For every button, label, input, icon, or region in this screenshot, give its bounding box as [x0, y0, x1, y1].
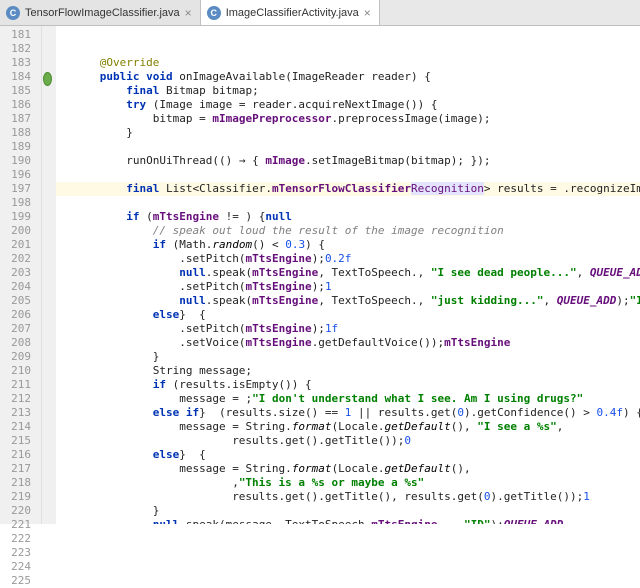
code-line[interactable]: else if} (results.size() == 1 || results… [56, 406, 640, 420]
code-line[interactable] [56, 140, 640, 154]
line-number: 222 [0, 532, 41, 546]
line-number: 212 [0, 392, 41, 406]
code-line[interactable]: if (mTtsEngine != ) {null [56, 210, 640, 224]
code-line[interactable]: runOnUiThread(() → { mImage.setImageBitm… [56, 154, 640, 168]
line-number: 209 [0, 350, 41, 364]
line-number: 221 [0, 518, 41, 532]
line-number: 187 [0, 112, 41, 126]
code-line[interactable]: bitmap = mImagePreprocessor.preprocessIm… [56, 112, 640, 126]
line-number: 219 [0, 490, 41, 504]
line-number: 189 [0, 140, 41, 154]
code-line[interactable]: final List<Classifier.mTensorFlowClassif… [56, 182, 640, 196]
line-number: 198 [0, 196, 41, 210]
line-number: 196 [0, 168, 41, 182]
code-line[interactable]: results.get().getTitle(), results.get(0)… [56, 490, 640, 504]
editor-tabs: C TensorFlowImageClassifier.java × C Ima… [0, 0, 640, 26]
line-number: 199 [0, 210, 41, 224]
code-line[interactable] [56, 168, 640, 182]
code-line[interactable]: String message; [56, 364, 640, 378]
tab-label: ImageClassifierActivity.java [226, 7, 359, 19]
line-number: 218 [0, 476, 41, 490]
line-number: 200 [0, 224, 41, 238]
line-number: 203 [0, 266, 41, 280]
tab-label: TensorFlowImageClassifier.java [25, 7, 180, 19]
line-number: 204 [0, 280, 41, 294]
tab-tensorflow-classifier[interactable]: C TensorFlowImageClassifier.java × [0, 0, 201, 25]
code-line[interactable]: .setPitch(mTtsEngine);1f [56, 322, 640, 336]
code-line[interactable]: null.speak(mTtsEngine, TextToSpeech., "I… [56, 266, 640, 280]
code-line[interactable]: ,"This is a %s or maybe a %s" [56, 476, 640, 490]
line-number: 181 [0, 28, 41, 42]
code-line[interactable]: message = String.format(Locale.getDefaul… [56, 420, 640, 434]
line-number: 224 [0, 560, 41, 574]
code-line[interactable]: } [56, 126, 640, 140]
code-line[interactable]: null.speak(message, TextToSpeech.mTtsEng… [56, 518, 640, 524]
code-line[interactable]: } [56, 350, 640, 364]
code-line[interactable]: @Override [56, 56, 640, 70]
java-file-icon: C [207, 6, 221, 20]
code-line[interactable]: .setPitch(mTtsEngine);0.2f [56, 252, 640, 266]
line-number: 197 [0, 182, 41, 196]
code-line[interactable]: // speak out loud the result of the imag… [56, 224, 640, 238]
close-icon[interactable]: × [185, 7, 192, 19]
code-line[interactable]: null.speak(mTtsEngine, TextToSpeech., "j… [56, 294, 640, 308]
code-line[interactable]: else} { [56, 308, 640, 322]
line-number: 185 [0, 84, 41, 98]
line-number: 216 [0, 448, 41, 462]
close-icon[interactable]: × [364, 7, 371, 19]
code-line[interactable]: try (Image image = reader.acquireNextIma… [56, 98, 640, 112]
line-number: 184 [0, 70, 41, 84]
code-line[interactable] [56, 196, 640, 210]
line-number-gutter: 1811821831841851861871881891901961971981… [0, 26, 42, 524]
line-number: 223 [0, 546, 41, 560]
code-editor[interactable]: 1811821831841851861871881891901961971981… [0, 26, 640, 524]
tab-image-classifier-activity[interactable]: C ImageClassifierActivity.java × [201, 0, 380, 25]
code-line[interactable]: public void onImageAvailable(ImageReader… [56, 70, 640, 84]
line-number: 201 [0, 238, 41, 252]
line-number: 182 [0, 42, 41, 56]
line-number: 225 [0, 574, 41, 588]
code-line[interactable]: .setVoice(mTtsEngine.getDefaultVoice());… [56, 336, 640, 350]
code-line[interactable] [56, 28, 640, 42]
java-file-icon: C [6, 6, 20, 20]
code-line[interactable]: message = String.format(Locale.getDefaul… [56, 462, 640, 476]
line-number: 214 [0, 420, 41, 434]
code-line[interactable]: } [56, 504, 640, 518]
code-line[interactable]: results.get().getTitle());0 [56, 434, 640, 448]
code-line[interactable]: else} { [56, 448, 640, 462]
line-number: 186 [0, 98, 41, 112]
line-number: 183 [0, 56, 41, 70]
line-number: 213 [0, 406, 41, 420]
code-line[interactable]: message = ;"I don't understand what I se… [56, 392, 640, 406]
line-number: 207 [0, 322, 41, 336]
code-line[interactable]: if (results.isEmpty()) { [56, 378, 640, 392]
line-number: 206 [0, 308, 41, 322]
line-number: 188 [0, 126, 41, 140]
line-number: 208 [0, 336, 41, 350]
line-number: 217 [0, 462, 41, 476]
line-number: 215 [0, 434, 41, 448]
code-line[interactable]: if (Math.random() < 0.3) { [56, 238, 640, 252]
line-number: 205 [0, 294, 41, 308]
code-line[interactable] [56, 42, 640, 56]
code-line[interactable]: final Bitmap bitmap; [56, 84, 640, 98]
line-number: 211 [0, 378, 41, 392]
line-number: 190 [0, 154, 41, 168]
line-number: 210 [0, 364, 41, 378]
code-area[interactable]: @Override public void onImageAvailable(I… [56, 26, 640, 524]
line-number: 202 [0, 252, 41, 266]
marker-gutter [42, 26, 56, 524]
line-number: 220 [0, 504, 41, 518]
code-line[interactable]: .setPitch(mTtsEngine);1 [56, 280, 640, 294]
